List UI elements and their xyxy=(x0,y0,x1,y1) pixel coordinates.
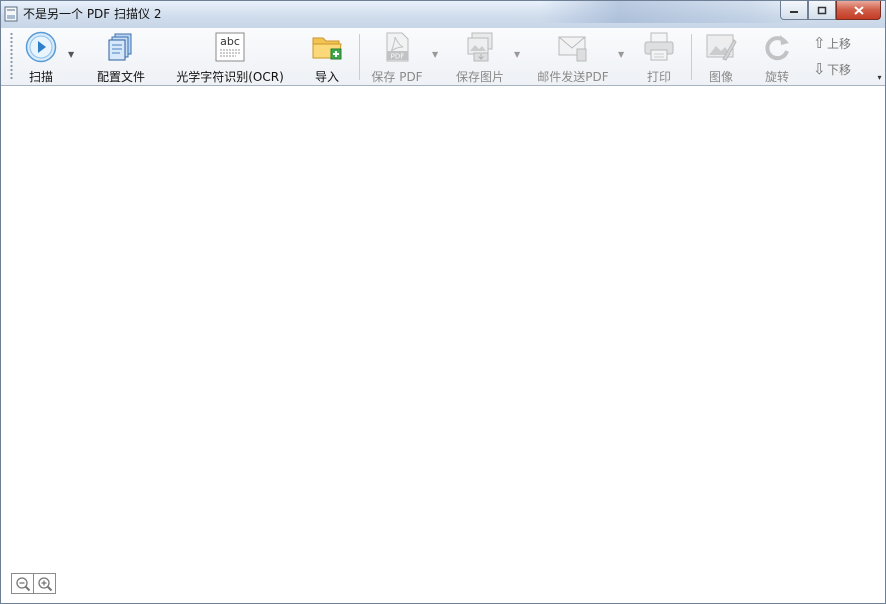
profiles-button[interactable]: 配置文件 xyxy=(95,28,147,85)
email-icon xyxy=(557,31,589,63)
zoom-out-button[interactable] xyxy=(12,574,33,593)
svg-text:abc: abc xyxy=(220,35,240,48)
minimize-icon xyxy=(790,11,798,13)
window-title: 不是另一个 PDF 扫描仪 2 xyxy=(23,7,162,21)
main-toolbar: 扫描 ▼ 配置文件 abc 光学字符识别(OCR) 导入 PDF 保存 PDF … xyxy=(1,28,885,86)
scan-play-icon xyxy=(25,31,57,63)
close-icon xyxy=(853,5,864,15)
image-edit-icon xyxy=(705,31,737,63)
app-icon xyxy=(4,6,18,22)
maximize-button[interactable] xyxy=(808,1,836,20)
window-controls xyxy=(780,1,881,20)
toolbar-separator xyxy=(359,34,360,80)
close-button[interactable] xyxy=(836,1,881,20)
image-label: 图像 xyxy=(708,70,733,84)
scan-dropdown-arrow[interactable]: ▼ xyxy=(68,50,74,59)
image-button[interactable]: 图像 xyxy=(705,28,737,85)
save-pdf-dropdown-arrow[interactable]: ▼ xyxy=(432,50,438,59)
import-button[interactable]: 导入 xyxy=(311,28,343,85)
ocr-button[interactable]: abc 光学字符识别(OCR) xyxy=(175,28,285,85)
import-label: 导入 xyxy=(314,70,339,84)
arrow-up-icon: ⇧ xyxy=(813,34,826,52)
title-bar[interactable]: 不是另一个 PDF 扫描仪 2 xyxy=(1,1,885,28)
pdf-icon: PDF xyxy=(381,31,413,63)
minimize-button[interactable] xyxy=(780,1,808,20)
folder-import-icon xyxy=(311,31,343,63)
print-label: 打印 xyxy=(646,70,671,84)
email-pdf-label: 邮件发送PDF xyxy=(537,70,609,84)
email-pdf-dropdown-arrow[interactable]: ▼ xyxy=(618,50,624,59)
svg-text:PDF: PDF xyxy=(391,53,405,61)
toolbar-grip[interactable] xyxy=(10,32,13,80)
save-image-icon xyxy=(464,31,496,63)
profiles-icon xyxy=(105,31,137,63)
rotate-label: 旋转 xyxy=(764,70,789,84)
ocr-icon: abc xyxy=(214,31,246,63)
save-pdf-button[interactable]: PDF 保存 PDF xyxy=(369,28,425,85)
zoom-out-icon xyxy=(15,576,30,591)
scan-label: 扫描 xyxy=(28,70,53,84)
document-canvas[interactable] xyxy=(1,86,885,603)
email-pdf-button[interactable]: 邮件发送PDF xyxy=(536,28,610,85)
print-button[interactable]: 打印 xyxy=(643,28,675,85)
ocr-label: 光学字符识别(OCR) xyxy=(176,70,284,84)
zoom-controls xyxy=(11,573,56,594)
save-pdf-label: 保存 PDF xyxy=(371,70,423,84)
profiles-label: 配置文件 xyxy=(96,70,145,84)
rotate-icon xyxy=(761,31,793,63)
zoom-in-icon xyxy=(37,576,52,591)
arrow-down-icon: ⇩ xyxy=(813,60,826,78)
toolbar-overflow-button[interactable]: ▾ xyxy=(875,72,884,82)
background-ghost xyxy=(541,1,801,23)
move-up-button[interactable]: ⇧ 上移 xyxy=(813,34,851,52)
printer-icon xyxy=(643,31,675,63)
save-image-label: 保存图片 xyxy=(455,70,504,84)
move-up-label: 上移 xyxy=(827,36,852,51)
app-window: 不是另一个 PDF 扫描仪 2 扫描 ▼ 配置文件 abc 光学字符识别(OCR… xyxy=(0,0,886,604)
rotate-button[interactable]: 旋转 xyxy=(761,28,793,85)
save-image-dropdown-arrow[interactable]: ▼ xyxy=(514,50,520,59)
zoom-in-button[interactable] xyxy=(33,574,55,593)
toolbar-separator xyxy=(691,34,692,80)
save-image-button[interactable]: 保存图片 xyxy=(453,28,507,85)
move-down-button[interactable]: ⇩ 下移 xyxy=(813,60,851,78)
maximize-icon xyxy=(817,6,827,14)
move-down-label: 下移 xyxy=(827,62,852,77)
scan-button[interactable]: 扫描 xyxy=(23,28,59,85)
